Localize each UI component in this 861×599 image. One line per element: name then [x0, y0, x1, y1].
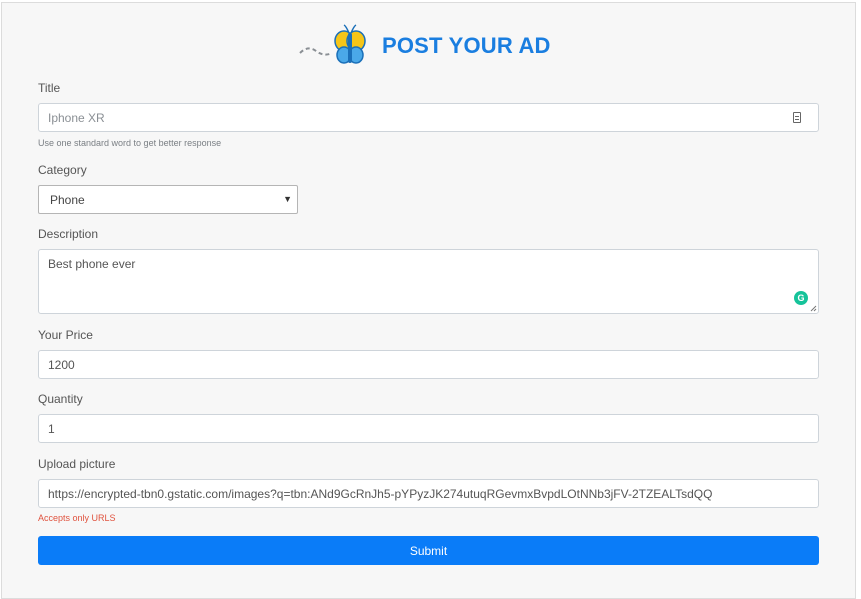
- description-value: Best phone ever: [48, 257, 136, 271]
- butterfly-logo-icon: [299, 24, 366, 64]
- picture-url-value: https://encrypted-tbn0.gstatic.com/image…: [48, 486, 713, 501]
- logo-text: POST YOUR AD: [382, 33, 551, 58]
- picture-label: Upload picture: [38, 457, 116, 471]
- title-input[interactable]: Iphone XR: [38, 103, 819, 132]
- price-label: Your Price: [38, 328, 93, 342]
- quantity-label: Quantity: [38, 392, 83, 406]
- title-placeholder: Iphone XR: [48, 110, 105, 125]
- category-label: Category: [38, 163, 87, 177]
- category-selected-value: Phone: [50, 192, 85, 207]
- grammarly-icon[interactable]: G: [794, 291, 808, 305]
- price-input[interactable]: 1200: [38, 350, 819, 379]
- picture-url-input[interactable]: https://encrypted-tbn0.gstatic.com/image…: [38, 479, 819, 508]
- title-label: Title: [38, 81, 61, 95]
- quantity-value: 1: [48, 421, 55, 436]
- chevron-down-icon: ▼: [283, 194, 292, 204]
- category-select[interactable]: Phone ▼: [38, 185, 298, 214]
- quantity-input[interactable]: 1: [38, 414, 819, 443]
- resize-handle-icon[interactable]: [810, 305, 817, 312]
- title-help-text: Use one standard word to get better resp…: [38, 138, 222, 148]
- price-value: 1200: [48, 357, 75, 372]
- description-label: Description: [38, 227, 99, 241]
- form-fill-icon[interactable]: [793, 112, 801, 123]
- description-textarea[interactable]: Best phone ever G: [38, 249, 819, 314]
- submit-button[interactable]: Submit: [38, 536, 819, 565]
- logo: POST YOUR AD: [298, 23, 551, 67]
- picture-error-text: Accepts only URLS: [38, 513, 116, 523]
